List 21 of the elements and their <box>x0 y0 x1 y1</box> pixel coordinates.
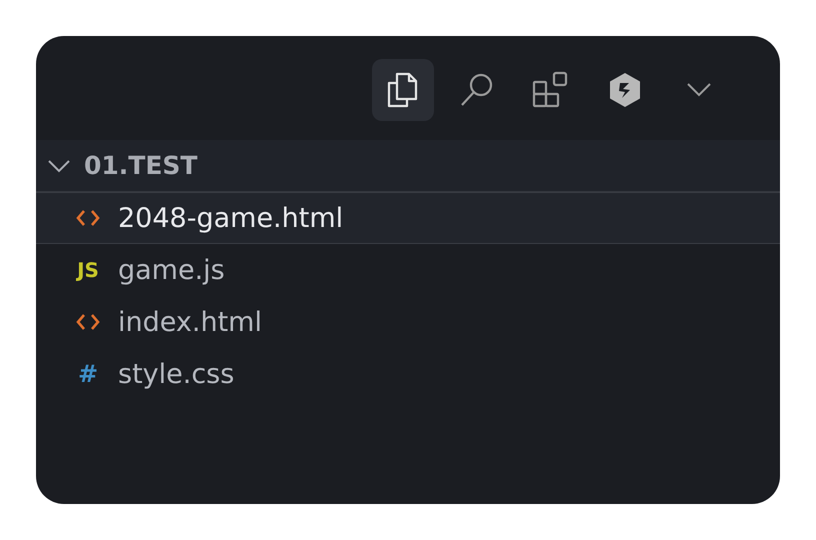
explorer-tab[interactable] <box>372 59 434 121</box>
search-icon <box>459 72 495 108</box>
extensions-icon <box>532 71 570 109</box>
file-item[interactable]: JS game.js <box>36 244 780 296</box>
chevron-icon <box>48 158 70 172</box>
file-item[interactable]: index.html <box>36 296 780 348</box>
code-brackets-icon <box>76 313 100 331</box>
css-file-icon: # <box>78 360 98 388</box>
folder-name: 01.TEST <box>84 151 198 180</box>
js-file-icon: JS <box>77 258 99 282</box>
file-name: index.html <box>118 306 262 338</box>
file-item[interactable]: 2048-game.html <box>36 192 780 244</box>
files-icon <box>386 72 420 108</box>
file-name: game.js <box>118 254 225 286</box>
hexagon-bolt-icon <box>608 72 642 108</box>
code-brackets-icon <box>76 209 100 227</box>
file-name: style.css <box>118 358 234 390</box>
folder-header[interactable]: 01.TEST <box>36 140 780 192</box>
file-item[interactable]: # style.css <box>36 348 780 400</box>
file-name: 2048-game.html <box>118 202 344 234</box>
chevron-down-icon <box>687 83 711 97</box>
